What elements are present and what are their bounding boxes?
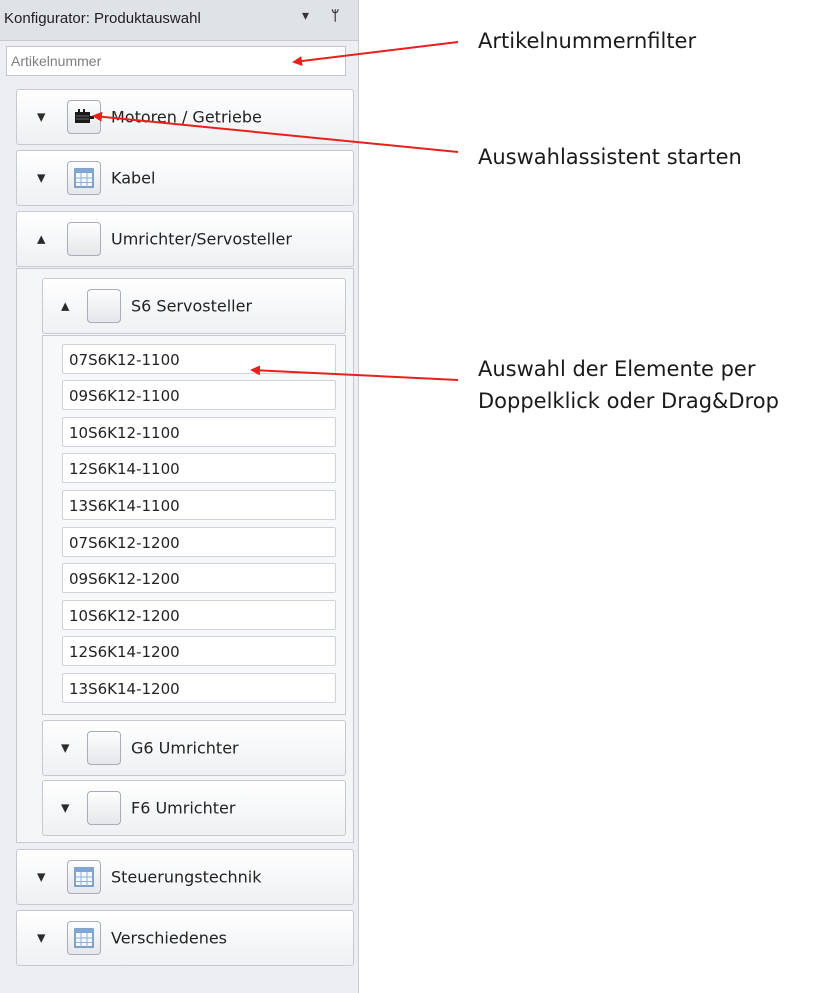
group-verschiedenes[interactable]: ▼ Verschiedenes	[16, 910, 354, 966]
chevron-down-icon[interactable]: ▼	[37, 932, 45, 945]
article-number-input[interactable]	[7, 47, 353, 75]
list-item[interactable]: 10S6K12-1100	[62, 417, 336, 447]
blank-icon[interactable]	[67, 222, 101, 256]
item-label: 12S6K14-1200	[69, 643, 180, 661]
list-item[interactable]: 12S6K14-1100	[62, 453, 336, 483]
subgroup-s6-servosteller[interactable]: ▲ S6 Servosteller	[42, 278, 346, 334]
annotation-selection-line2: Doppelklick oder Drag&Drop	[478, 389, 779, 413]
pin-icon[interactable]: ᛘ	[331, 8, 339, 24]
list-item[interactable]: 07S6K12-1100	[62, 344, 336, 374]
subgroup-label: S6 Servosteller	[131, 296, 253, 316]
article-number-filter[interactable]	[6, 46, 353, 76]
panel-title: Konfigurator: Produktauswahl	[4, 10, 201, 27]
item-label: 12S6K14-1100	[69, 460, 180, 478]
blank-icon[interactable]	[87, 731, 121, 765]
annotation-filter: Artikelnummernfilter	[478, 29, 697, 53]
triangle-down-icon[interactable]: ▾	[302, 8, 309, 24]
chevron-down-icon[interactable]: ▼	[37, 172, 45, 185]
subgroup-f6-umrichter[interactable]: ▼ F6 Umrichter	[42, 780, 346, 836]
group-umrichter-servosteller[interactable]: ▲ Umrichter/Servosteller	[16, 211, 354, 267]
list-item[interactable]: 09S6K12-1200	[62, 563, 336, 593]
chevron-down-icon[interactable]: ▼	[37, 871, 45, 884]
list-item[interactable]: 13S6K14-1200	[62, 673, 336, 703]
item-label: 10S6K12-1200	[69, 607, 180, 625]
chevron-down-icon[interactable]: ▼	[61, 802, 69, 815]
item-label: 10S6K12-1100	[69, 424, 180, 442]
group-label: Steuerungstechnik	[111, 867, 262, 887]
group-motoren-getriebe[interactable]: ▼ Motoren / Getriebe	[16, 89, 354, 145]
table-icon[interactable]	[67, 921, 101, 955]
group-kabel[interactable]: ▼ Kabel	[16, 150, 354, 206]
group-label: Kabel	[111, 168, 156, 188]
panel-header: Konfigurator: Produktauswahl ▾ ᛘ	[0, 0, 358, 41]
list-item[interactable]: 13S6K14-1100	[62, 490, 336, 520]
subgroup-label: F6 Umrichter	[131, 798, 236, 818]
item-label: 07S6K12-1100	[69, 351, 180, 369]
blank-icon[interactable]	[87, 289, 121, 323]
group-label: Umrichter/Servosteller	[111, 229, 292, 249]
chevron-up-icon[interactable]: ▲	[61, 300, 69, 313]
chevron-up-icon[interactable]: ▲	[37, 233, 45, 246]
annotation-selection-line1: Auswahl der Elemente per	[478, 357, 756, 381]
list-item[interactable]: 09S6K12-1100	[62, 380, 336, 410]
table-icon[interactable]	[67, 860, 101, 894]
list-item[interactable]: 10S6K12-1200	[62, 600, 336, 630]
annotation-wizard: Auswahlassistent starten	[478, 145, 742, 169]
item-label: 07S6K12-1200	[69, 534, 180, 552]
table-icon[interactable]	[67, 161, 101, 195]
item-label: 13S6K14-1100	[69, 497, 180, 515]
item-label: 13S6K14-1200	[69, 680, 180, 698]
group-steuerungstechnik[interactable]: ▼ Steuerungstechnik	[16, 849, 354, 905]
chevron-down-icon[interactable]: ▼	[61, 742, 69, 755]
subgroup-label: G6 Umrichter	[131, 738, 239, 758]
list-item[interactable]: 12S6K14-1200	[62, 636, 336, 666]
group-label: Verschiedenes	[111, 928, 228, 948]
motor-icon[interactable]	[67, 100, 101, 134]
list-item[interactable]: 07S6K12-1200	[62, 527, 336, 557]
subgroup-g6-umrichter[interactable]: ▼ G6 Umrichter	[42, 720, 346, 776]
product-selection-panel: Konfigurator: Produktauswahl ▾ ᛘ ▼ Motor…	[0, 0, 359, 993]
chevron-down-icon[interactable]: ▼	[37, 111, 45, 124]
group-label: Motoren / Getriebe	[111, 107, 262, 127]
item-label: 09S6K12-1200	[69, 570, 180, 588]
item-label: 09S6K12-1100	[69, 387, 180, 405]
blank-icon[interactable]	[87, 791, 121, 825]
